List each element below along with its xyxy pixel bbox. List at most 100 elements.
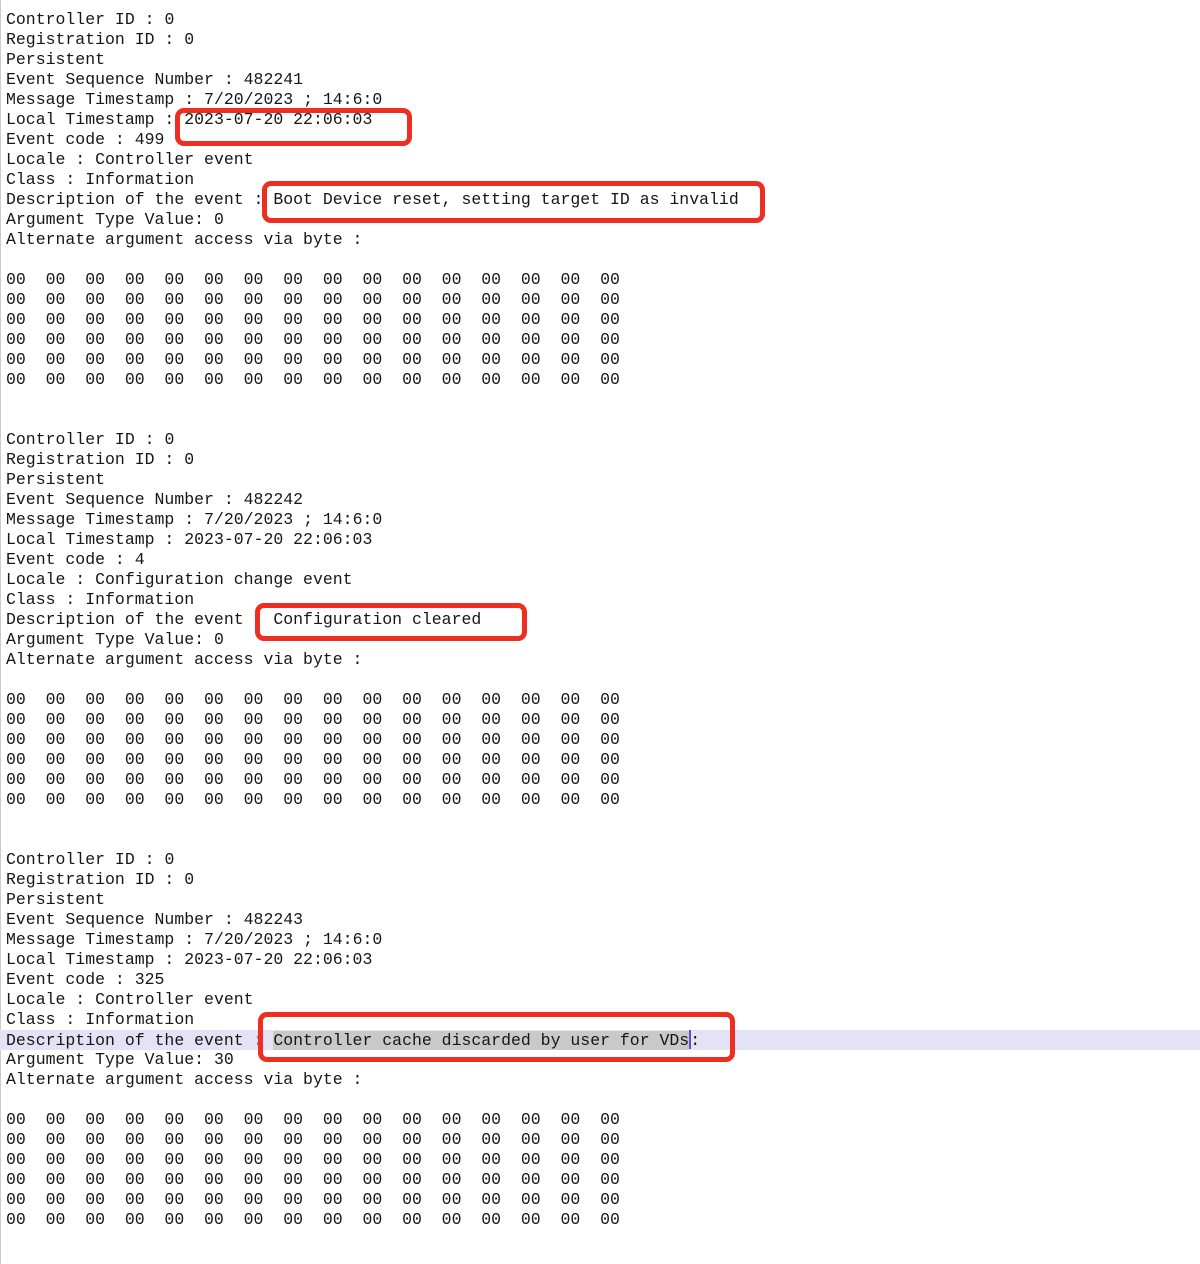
- event-log[interactable]: Controller ID : 0Registration ID : 0Pers…: [1, 0, 1200, 1230]
- field-label: Description of the event :: [6, 1031, 273, 1050]
- field-label: Event code :: [6, 130, 135, 149]
- field-label: Argument Type Value:: [6, 1050, 214, 1069]
- field-label: Description of the event :: [6, 190, 273, 209]
- hex-values: 00 00 00 00 00 00 00 00 00 00 00 00 00 0…: [6, 330, 620, 349]
- blank-line: [6, 810, 1200, 830]
- field-label: Controller ID :: [6, 430, 164, 449]
- alternate-access-line: Alternate argument access via byte :: [6, 650, 1200, 670]
- hex-values: 00 00 00 00 00 00 00 00 00 00 00 00 00 0…: [6, 1190, 620, 1209]
- field-value: 2023-07-20 22:06:03: [184, 530, 372, 549]
- field-label: Registration ID :: [6, 870, 184, 889]
- field-label: Registration ID :: [6, 30, 184, 49]
- field-label: Locale :: [6, 990, 95, 1009]
- local-timestamp-line: Local Timestamp : 2023-07-20 22:06:03: [6, 110, 1200, 130]
- hex-row: 00 00 00 00 00 00 00 00 00 00 00 00 00 0…: [6, 1150, 1200, 1170]
- hex-values: 00 00 00 00 00 00 00 00 00 00 00 00 00 0…: [6, 750, 620, 769]
- hex-row: 00 00 00 00 00 00 00 00 00 00 00 00 00 0…: [6, 370, 1200, 390]
- hex-row: 00 00 00 00 00 00 00 00 00 00 00 00 00 0…: [6, 310, 1200, 330]
- hex-row: 00 00 00 00 00 00 00 00 00 00 00 00 00 0…: [6, 330, 1200, 350]
- field-value: 30: [214, 1050, 234, 1069]
- hex-row: 00 00 00 00 00 00 00 00 00 00 00 00 00 0…: [6, 1170, 1200, 1190]
- field-value: Controller event: [95, 150, 253, 169]
- hex-values: 00 00 00 00 00 00 00 00 00 00 00 00 00 0…: [6, 1110, 620, 1129]
- event-class-line: Class : Information: [6, 1010, 1200, 1030]
- controller-id-line: Controller ID : 0: [6, 850, 1200, 870]
- field-label: Controller ID :: [6, 850, 164, 869]
- local-timestamp-line: Local Timestamp : 2023-07-20 22:06:03: [6, 950, 1200, 970]
- hex-row: 00 00 00 00 00 00 00 00 00 00 00 00 00 0…: [6, 350, 1200, 370]
- field-label: Local Timestamp :: [6, 530, 184, 549]
- field-label: Event code :: [6, 970, 135, 989]
- field-value: 4: [135, 550, 145, 569]
- argument-type-value-line: Argument Type Value: 0: [6, 210, 1200, 230]
- field-value: 2023-07-20 22:06:03: [184, 950, 372, 969]
- field-label: Class :: [6, 1010, 85, 1029]
- field-label: Persistent: [6, 890, 105, 909]
- field-label: Message Timestamp :: [6, 930, 204, 949]
- field-label: Message Timestamp :: [6, 510, 204, 529]
- field-value: Controller event: [95, 990, 253, 1009]
- field-label: Locale :: [6, 150, 95, 169]
- field-value: 499: [135, 130, 165, 149]
- field-label: Alternate argument access via byte :: [6, 1070, 362, 1089]
- hex-row: 00 00 00 00 00 00 00 00 00 00 00 00 00 0…: [6, 1130, 1200, 1150]
- blank-line: [6, 410, 1200, 430]
- field-value: Information: [85, 1010, 194, 1029]
- locale-line: Locale : Controller event: [6, 150, 1200, 170]
- hex-row: 00 00 00 00 00 00 00 00 00 00 00 00 00 0…: [6, 1110, 1200, 1130]
- event-code-line: Event code : 499: [6, 130, 1200, 150]
- field-label: Event Sequence Number :: [6, 70, 244, 89]
- field-value: 0: [184, 30, 194, 49]
- field-label: Controller ID :: [6, 10, 164, 29]
- hex-values: 00 00 00 00 00 00 00 00 00 00 00 00 00 0…: [6, 770, 620, 789]
- registration-id-line: Registration ID : 0: [6, 30, 1200, 50]
- hex-values: 00 00 00 00 00 00 00 00 00 00 00 00 00 0…: [6, 310, 620, 329]
- field-value: 0: [184, 870, 194, 889]
- hex-values: 00 00 00 00 00 00 00 00 00 00 00 00 00 0…: [6, 1170, 620, 1189]
- event-sequence-number-line: Event Sequence Number : 482243: [6, 910, 1200, 930]
- hex-values: 00 00 00 00 00 00 00 00 00 00 00 00 00 0…: [6, 370, 620, 389]
- event-sequence-number-line: Event Sequence Number : 482242: [6, 490, 1200, 510]
- field-value: 325: [135, 970, 165, 989]
- field-value: 7/20/2023 ; 14:6:0: [204, 90, 382, 109]
- local-timestamp-line: Local Timestamp : 2023-07-20 22:06:03: [6, 530, 1200, 550]
- persistent-flag-line: Persistent: [6, 890, 1200, 910]
- blank-line: [6, 1090, 1200, 1110]
- field-label: Alternate argument access via byte :: [6, 650, 362, 669]
- hex-values: 00 00 00 00 00 00 00 00 00 00 00 00 00 0…: [6, 790, 620, 809]
- hex-row: 00 00 00 00 00 00 00 00 00 00 00 00 00 0…: [6, 290, 1200, 310]
- registration-id-line: Registration ID : 0: [6, 450, 1200, 470]
- hex-row: 00 00 00 00 00 00 00 00 00 00 00 00 00 0…: [6, 770, 1200, 790]
- field-label: Locale :: [6, 570, 95, 589]
- field-label: Argument Type Value:: [6, 210, 214, 229]
- message-timestamp-line: Message Timestamp : 7/20/2023 ; 14:6:0: [6, 510, 1200, 530]
- event-description-text: Boot Device reset, setting target ID as …: [273, 190, 738, 209]
- field-label: Argument Type Value:: [6, 630, 214, 649]
- field-value: Information: [85, 170, 194, 189]
- event-description-line: Description of the event : Controller ca…: [0, 1030, 1200, 1050]
- hex-values: 00 00 00 00 00 00 00 00 00 00 00 00 00 0…: [6, 1150, 620, 1169]
- hex-row: 00 00 00 00 00 00 00 00 00 00 00 00 00 0…: [6, 750, 1200, 770]
- hex-values: 00 00 00 00 00 00 00 00 00 00 00 00 00 0…: [6, 710, 620, 729]
- hex-values: 00 00 00 00 00 00 00 00 00 00 00 00 00 0…: [6, 690, 620, 709]
- field-label: Alternate argument access via byte :: [6, 230, 362, 249]
- field-label: Event code :: [6, 550, 135, 569]
- blank-line: [6, 250, 1200, 270]
- log-viewer-window: Controller ID : 0Registration ID : 0Pers…: [0, 0, 1200, 1264]
- blank-line: [6, 830, 1200, 850]
- hex-values: 00 00 00 00 00 00 00 00 00 00 00 00 00 0…: [6, 1210, 620, 1229]
- event-sequence-number-line: Event Sequence Number : 482241: [6, 70, 1200, 90]
- event-description-text[interactable]: Controller cache discarded by user for V…: [273, 1031, 689, 1050]
- controller-id-line: Controller ID : 0: [6, 10, 1200, 30]
- field-label: Event Sequence Number :: [6, 490, 244, 509]
- field-value: 0: [164, 430, 174, 449]
- hex-values: 00 00 00 00 00 00 00 00 00 00 00 00 00 0…: [6, 350, 620, 369]
- event-description-line: Description of the event : Configuration…: [6, 610, 1200, 630]
- event-code-line: Event code : 4: [6, 550, 1200, 570]
- field-value: 0: [214, 630, 224, 649]
- field-value: Information: [85, 590, 194, 609]
- hex-row: 00 00 00 00 00 00 00 00 00 00 00 00 00 0…: [6, 690, 1200, 710]
- field-value: 7/20/2023 ; 14:6:0: [204, 510, 382, 529]
- field-value: 0: [164, 850, 174, 869]
- registration-id-line: Registration ID : 0: [6, 870, 1200, 890]
